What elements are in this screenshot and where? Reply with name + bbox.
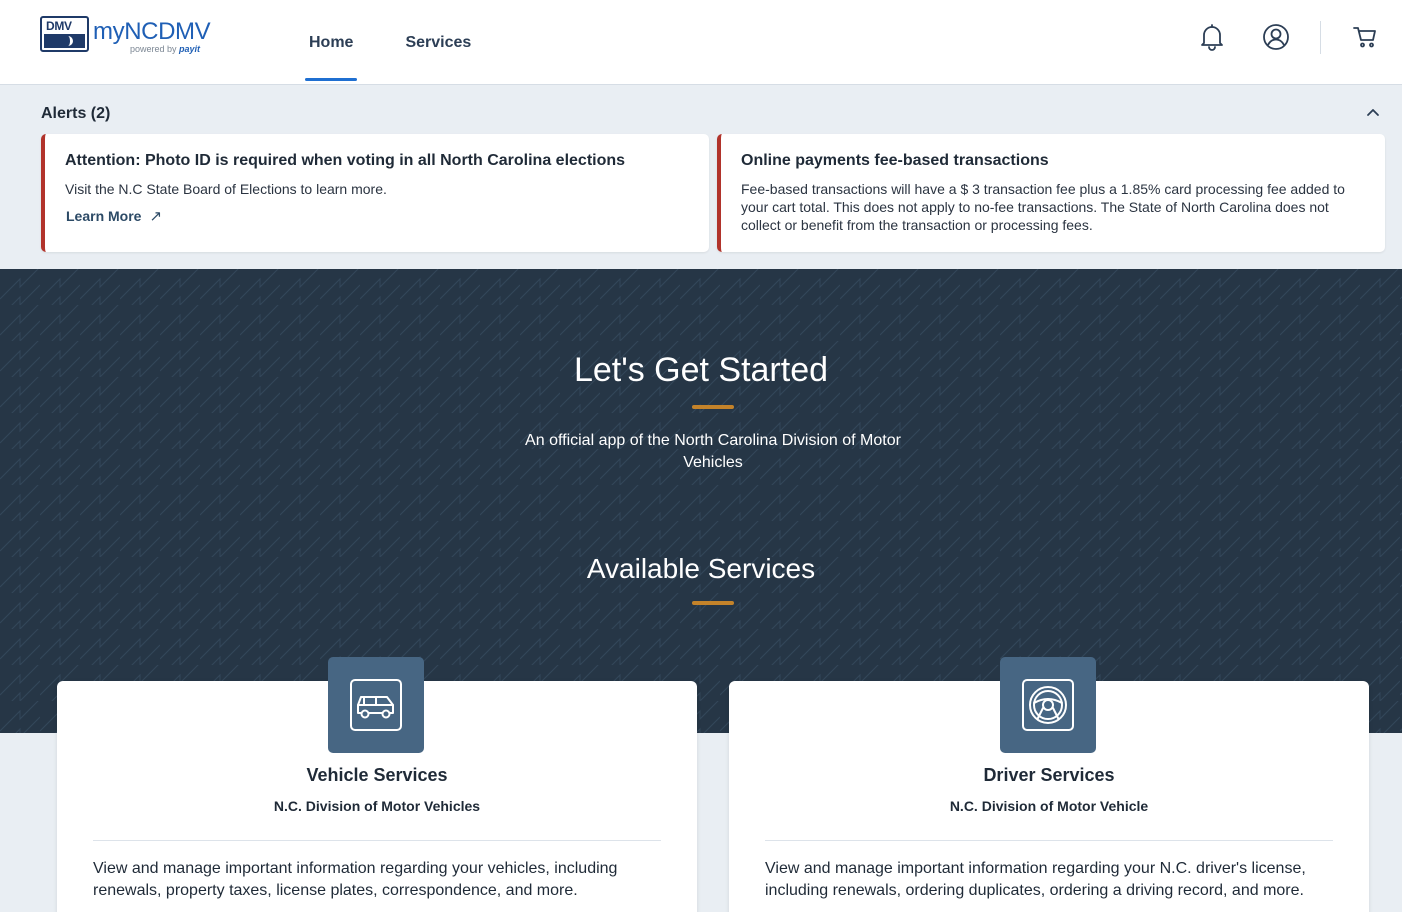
alert-body: Visit the N.C State Board of Elections t… bbox=[65, 181, 387, 197]
card-divider bbox=[765, 840, 1333, 841]
hero-pattern bbox=[0, 269, 1402, 733]
alert-title: Attention: Photo ID is required when vot… bbox=[65, 152, 626, 169]
car-icon bbox=[328, 657, 424, 753]
top-header: DMV myNCDMV powered by payit Home Servic… bbox=[0, 0, 1402, 85]
learn-more-link[interactable]: Learn More ↗ bbox=[66, 207, 162, 225]
alerts-title: Alerts (2) bbox=[41, 105, 111, 122]
hero-subtitle: An official app of the North Carolina Di… bbox=[525, 432, 901, 471]
logo-powered-by: powered by payit bbox=[130, 44, 201, 54]
card-description: View and manage important information re… bbox=[93, 860, 618, 899]
card-divider bbox=[93, 840, 661, 841]
account-icon[interactable] bbox=[1261, 22, 1291, 52]
alert-title: Online payments fee-based transactions bbox=[741, 152, 1049, 169]
cart-icon[interactable] bbox=[1350, 22, 1380, 52]
alerts-section: Alerts (2) Attention: Photo ID is requir… bbox=[0, 86, 1402, 269]
card-org: N.C. Division of Motor Vehicles bbox=[273, 798, 481, 814]
logo-title: myNCDMV bbox=[93, 18, 211, 45]
dmv-badge-text: DMV bbox=[46, 19, 72, 33]
card-title: Driver Services bbox=[983, 765, 1115, 785]
services-heading: Available Services bbox=[586, 553, 816, 584]
driver-services-card[interactable]: Driver Services N.C. Division of Motor V… bbox=[729, 657, 1369, 912]
hero-title: Let's Get Started bbox=[573, 351, 829, 389]
header-divider bbox=[1320, 21, 1321, 54]
external-link-icon: ↗ bbox=[149, 208, 163, 225]
alert-card-fees: Online payments fee-based transactions F… bbox=[717, 134, 1385, 252]
hero-title-underline bbox=[692, 405, 734, 409]
chevron-up-icon[interactable] bbox=[1364, 104, 1382, 122]
nav-home[interactable]: Home bbox=[295, 0, 367, 85]
card-title: Vehicle Services bbox=[306, 765, 448, 785]
nav-services[interactable]: Services bbox=[391, 0, 485, 85]
services-heading-underline bbox=[692, 601, 734, 605]
alert-card-photo-id: Attention: Photo ID is required when vot… bbox=[41, 134, 709, 252]
card-description: View and manage important information re… bbox=[765, 860, 1306, 899]
main-nav: Home Services bbox=[295, 0, 509, 85]
steering-wheel-icon bbox=[1000, 657, 1096, 753]
card-org: N.C. Division of Motor Vehicle bbox=[949, 798, 1149, 814]
dmv-logo-badge: DMV bbox=[40, 16, 89, 52]
mynddmv-logo[interactable]: DMV myNCDMV powered by payit bbox=[40, 16, 211, 54]
bell-icon[interactable] bbox=[1197, 22, 1227, 52]
vehicle-services-card[interactable]: Vehicle Services N.C. Division of Motor … bbox=[57, 657, 697, 912]
learn-more-label: Learn More bbox=[66, 208, 142, 224]
hero-banner: Let's Get Started An official app of the… bbox=[0, 269, 1402, 733]
alert-body: Fee-based transactions will have a $ 3 t… bbox=[741, 181, 1345, 233]
